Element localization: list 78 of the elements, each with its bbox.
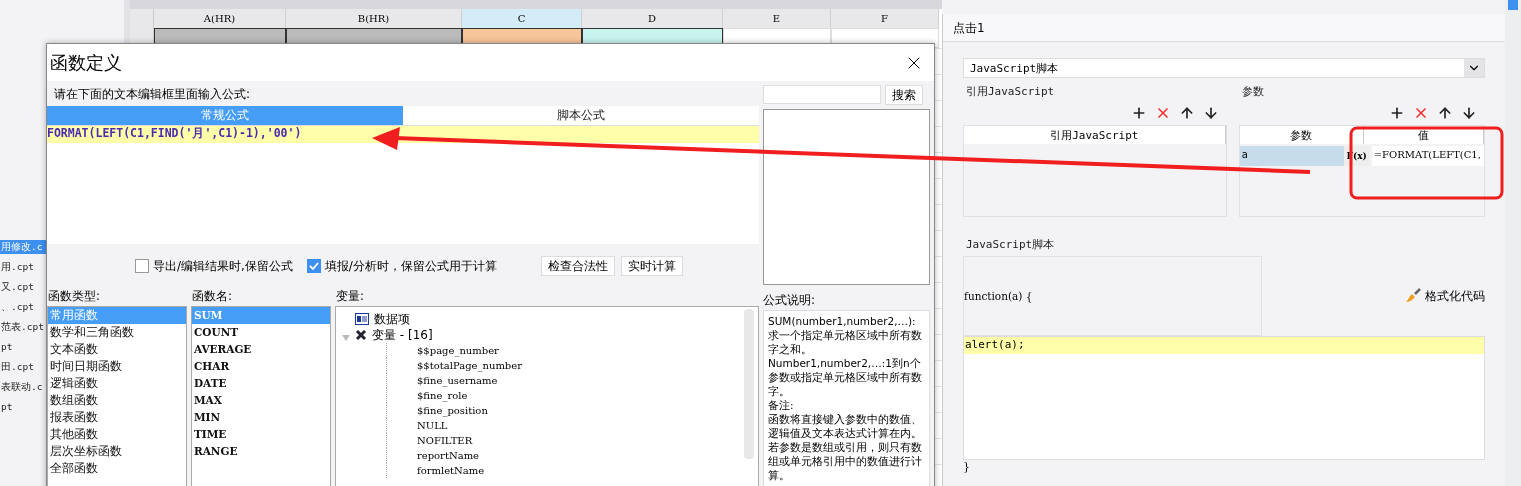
column-header[interactable]: E [723, 9, 831, 28]
formula-editor[interactable]: FORMAT(LEFT(C1,FIND('月',C1)-1),'00') [47, 126, 759, 244]
section-label: JavaScript脚本 [965, 238, 1055, 251]
column-header[interactable]: F [831, 9, 939, 28]
column-header[interactable]: C [462, 9, 582, 28]
tree-item[interactable]: $fine_role [417, 390, 468, 401]
description-text: SUM(number1,number2,…):求一个指定单元格区域中所有数字之和。 [768, 314, 923, 356]
add-icon[interactable] [1389, 105, 1405, 121]
list-item[interactable]: 文本函数 [48, 341, 186, 358]
list-item[interactable]: 层次坐标函数 [48, 443, 186, 460]
tree-item[interactable]: NOFILTER [417, 435, 473, 446]
check-icon [308, 261, 319, 271]
panel-title: 点击1 [943, 14, 1505, 42]
list-label: 函数名: [191, 288, 234, 305]
script-type-select[interactable]: JavaScript脚本 [963, 58, 1485, 78]
option-checkbox[interactable]: 导出/编辑结果时,保留公式 [135, 257, 293, 275]
result-list[interactable] [763, 109, 930, 285]
card-icon [355, 313, 369, 325]
action-button[interactable]: 检查合法性 [540, 256, 615, 276]
list-item[interactable]: TIME [192, 426, 330, 443]
tree-item[interactable]: formletName [417, 465, 485, 476]
list-item[interactable]: AVERAGE [192, 341, 330, 358]
corner-cell[interactable] [130, 9, 154, 28]
table-cell[interactable]: a [1239, 146, 1344, 166]
action-button[interactable]: 实时计算 [620, 256, 683, 276]
column-header[interactable]: D [582, 9, 723, 28]
tree-item[interactable]: NULL [417, 420, 448, 431]
list-item[interactable]: 数组函数 [48, 392, 186, 409]
description-text: 函数将直接键入参数中的数值、逻辑值及文本表达式计算在内。若参数是数组或引用，则只有数组或单元格引用中的数值进行计算。 [768, 412, 923, 482]
list-item[interactable]: 其他函数 [48, 426, 186, 443]
tree-item[interactable]: reportName [417, 450, 480, 461]
column-header: 引用JavaScript [964, 126, 1226, 144]
tree-item[interactable]: $$totalPage_number [417, 360, 522, 371]
column-header[interactable]: B(HR) [286, 9, 462, 28]
tree-item[interactable]: $fine_username [417, 375, 498, 386]
list-item[interactable]: COUNT [192, 324, 330, 341]
delete-icon[interactable] [1413, 105, 1429, 121]
caret-icon[interactable] [342, 334, 350, 341]
list-item[interactable]: RANGE [192, 443, 330, 460]
value-field[interactable]: =FORMAT(LEFT(C1, [1371, 146, 1484, 166]
column-header[interactable]: A(HR) [154, 9, 286, 28]
description-text: 备注: [768, 398, 795, 412]
tree-item[interactable]: $$page_number [417, 345, 499, 356]
list-item[interactable]: CHAR [192, 358, 330, 375]
list-item[interactable]: 全部函数 [48, 460, 186, 477]
prompt-text: 请在下面的文本编辑框里面输入公式: [53, 86, 252, 103]
description-text: Number1,number2,…:1到n个参数或指定单元格区域中所有数字。 [768, 356, 923, 398]
dialog-title: 函数定义 [50, 50, 122, 75]
arrow-up-icon[interactable] [1437, 105, 1453, 121]
option-checkbox[interactable]: 填报/分析时，保留公式用于计算 [306, 257, 497, 275]
scroll-thumb[interactable] [1508, 0, 1518, 10]
column-header: 参数 [1239, 126, 1364, 144]
list-item[interactable]: 时间日期函数 [48, 358, 186, 375]
arrow-down-icon[interactable] [1461, 105, 1477, 121]
list-label: 函数类型: [47, 288, 102, 305]
section-label: 引用JavaScript [965, 84, 1056, 99]
column-header: 值 [1363, 126, 1484, 144]
section-label: 参数 [1240, 84, 1265, 99]
tree-item[interactable]: $fine_position [417, 405, 488, 416]
search-field[interactable] [763, 85, 881, 104]
code-footer: } [963, 460, 1485, 473]
cross-icon [355, 329, 367, 341]
code-editor[interactable]: alert(a); [963, 336, 1485, 460]
brush-icon [1405, 288, 1421, 304]
list-item[interactable]: 报表函数 [48, 409, 186, 426]
list-item[interactable]: MIN [192, 409, 330, 426]
code-header: function(a) { [963, 256, 1262, 336]
list-item[interactable]: 逻辑函数 [48, 375, 186, 392]
search-button[interactable]: 搜索 [885, 85, 923, 105]
editor-tab[interactable]: 脚本公式 [403, 106, 759, 126]
list-item[interactable]: DATE [192, 375, 330, 392]
list-label: 公式说明: [763, 292, 817, 309]
list-label: 变量: [335, 288, 366, 305]
tree-item[interactable]: 变量 - [16] [372, 326, 433, 344]
list-item[interactable]: 数学和三角函数 [48, 324, 186, 341]
list-item[interactable]: MAX [192, 392, 330, 409]
tree-item[interactable]: 数据项 [374, 310, 410, 328]
format-code-button[interactable]: 格式化代码 [1405, 287, 1485, 305]
